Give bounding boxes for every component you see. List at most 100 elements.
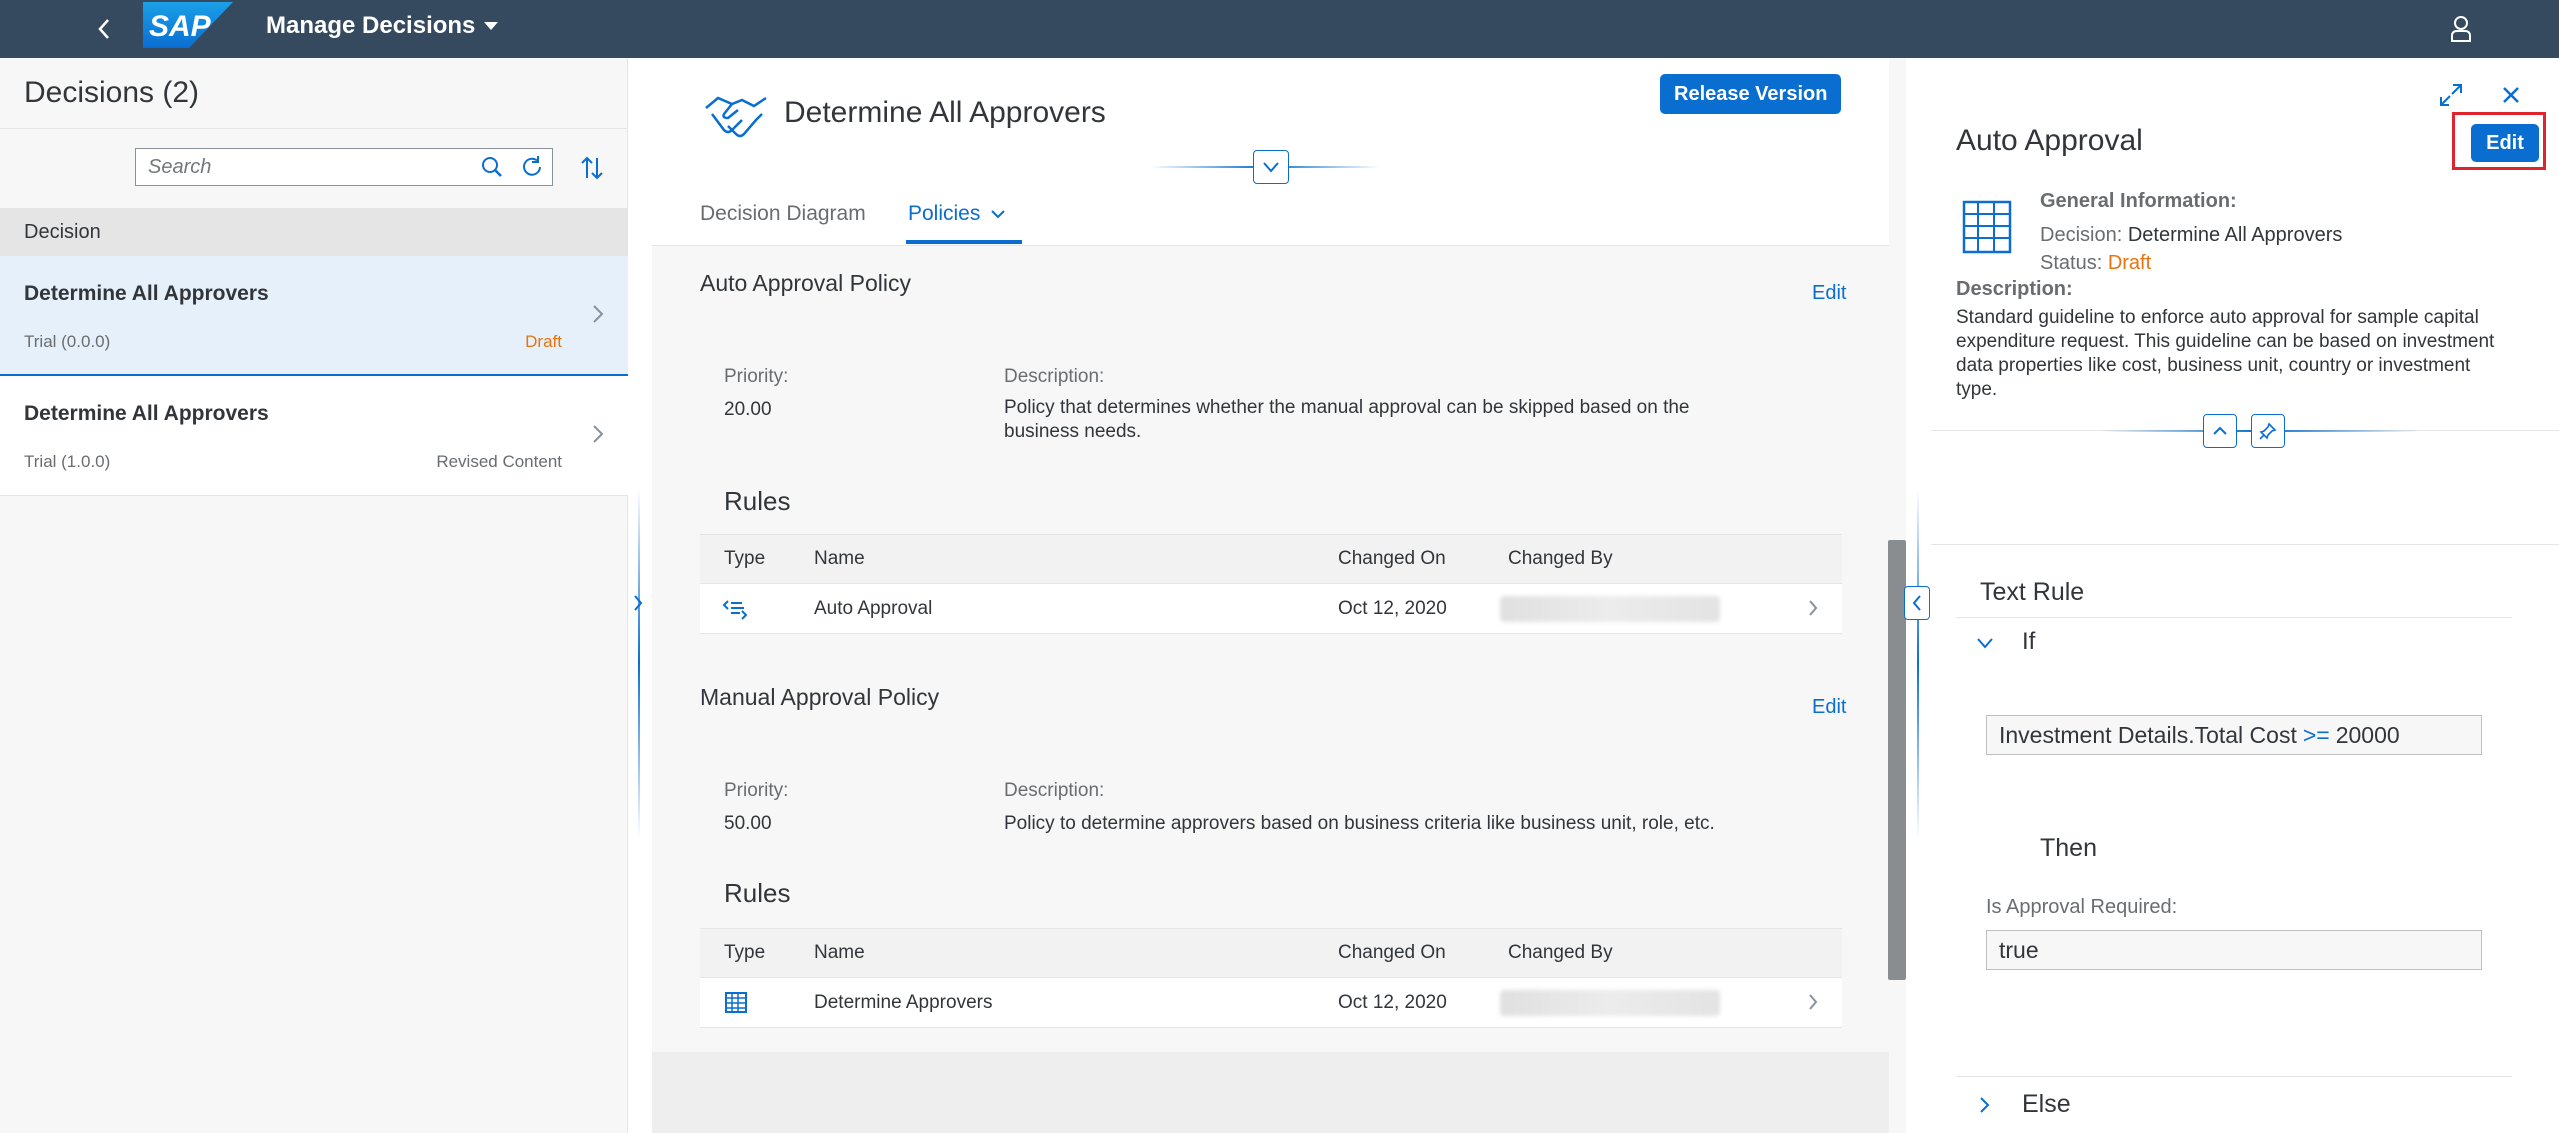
condition-right: 20000 — [2335, 721, 2400, 748]
priority-value: 50.00 — [724, 813, 772, 834]
search-icon[interactable] — [472, 149, 512, 185]
app-title-menu[interactable]: Manage Decisions — [266, 12, 499, 40]
description-line: Policy that determines whether the manua… — [1004, 397, 1690, 418]
user-profile-button[interactable] — [2442, 10, 2480, 48]
col-type: Type — [724, 942, 766, 963]
chevron-down-icon — [1977, 638, 1993, 649]
user-icon — [2451, 16, 2471, 42]
collapse-header-button[interactable] — [2203, 414, 2237, 448]
decision-value: Determine All Approvers — [2127, 224, 2343, 246]
chevron-right-icon — [593, 305, 604, 323]
if-label: If — [2022, 628, 2036, 655]
fullscreen-icon — [2440, 84, 2462, 106]
tab-indicator — [906, 240, 1022, 244]
app-title: Manage Decisions — [266, 12, 476, 39]
chevron-left-icon — [1912, 595, 1921, 611]
svg-text:SAP: SAP — [149, 10, 212, 43]
tab-policies[interactable]: Policies — [908, 202, 1006, 226]
description-line: business needs. — [1004, 421, 1142, 442]
pin-icon — [2259, 422, 2277, 440]
chevron-right-icon — [634, 595, 643, 611]
description-line: Policy to determine approvers based on b… — [1004, 813, 1715, 834]
divider — [1956, 617, 2512, 618]
table-row[interactable]: Determine Approvers Oct 12, 2020 — [700, 978, 1842, 1028]
decision-info: Decision: Determine All Approvers — [2040, 224, 2342, 247]
changed-by-redacted — [1500, 990, 1720, 1016]
close-icon — [2503, 87, 2519, 103]
col-type: Type — [724, 548, 766, 569]
decision-table-icon — [725, 992, 747, 1013]
text-rule-icon — [722, 600, 748, 620]
edit-policy-link[interactable]: Edit — [1812, 282, 1846, 305]
changed-on: Oct 12, 2020 — [1338, 992, 1447, 1013]
handshake-icon — [705, 96, 767, 138]
pin-header-button[interactable] — [2251, 414, 2285, 448]
item-title: Determine All Approvers — [24, 402, 269, 425]
divider — [1956, 1076, 2512, 1077]
col-changed-on: Changed On — [1338, 942, 1446, 963]
chevron-right-icon — [1980, 1097, 1990, 1113]
chevron-right-icon — [593, 425, 604, 443]
changed-on: Oct 12, 2020 — [1338, 598, 1447, 619]
release-version-button[interactable]: Release Version — [1660, 74, 1842, 114]
sort-button[interactable] — [572, 150, 612, 186]
rules-title: Rules — [724, 486, 791, 516]
item-version: Trial (1.0.0) — [24, 452, 111, 471]
col-changed-by: Changed By — [1508, 548, 1613, 569]
condition-operator: >= — [2302, 721, 2330, 748]
collapse-header-button[interactable] — [1253, 150, 1289, 184]
rules-table-header: Type Name Changed On Changed By — [700, 534, 1842, 584]
sort-icon — [581, 156, 603, 180]
decision-title: Determine All Approvers — [784, 96, 1106, 129]
col-changed-by: Changed By — [1508, 942, 1613, 963]
priority-label: Priority: — [724, 780, 789, 801]
expand-right-button[interactable] — [1904, 586, 1930, 620]
item-status: Draft — [525, 332, 562, 351]
column-header: Decision — [0, 208, 628, 256]
edit-rule-button[interactable]: Edit — [2471, 124, 2539, 162]
edit-policy-link[interactable]: Edit — [1812, 696, 1846, 719]
back-arrow-icon — [98, 19, 109, 39]
col-changed-on: Changed On — [1338, 548, 1446, 569]
status-value: Draft — [2107, 252, 2152, 274]
priority-label: Priority: — [724, 366, 789, 387]
rule-name: Determine Approvers — [814, 992, 993, 1013]
chevron-down-icon — [1263, 162, 1279, 173]
result-value: true — [1986, 930, 2482, 970]
description-label: Description: — [1004, 780, 1105, 801]
priority-value: 20.00 — [724, 399, 772, 420]
policy-title: Auto Approval Policy — [700, 270, 911, 296]
list-item[interactable]: Determine All Approvers Trial (1.0.0) Re… — [0, 376, 628, 496]
changed-by-redacted — [1500, 596, 1720, 622]
chevron-right-icon — [1809, 994, 1818, 1010]
decision-list-panel: Decisions (2) Decision Determine All App… — [0, 58, 628, 1133]
divider — [0, 128, 628, 129]
caret-down-icon — [484, 22, 499, 30]
else-expand-toggle[interactable] — [1970, 1088, 2000, 1122]
col-name: Name — [814, 942, 865, 963]
col-name: Name — [814, 548, 865, 569]
list-title: Decisions (2) — [24, 76, 200, 109]
list-item[interactable]: Determine All Approvers Trial (0.0.0) Dr… — [0, 256, 628, 376]
condition-left: Investment Details.Total Cost — [1999, 721, 2297, 748]
status-info: Status: Draft — [2040, 252, 2151, 275]
tab-label: Policies — [908, 202, 981, 225]
fullscreen-button[interactable] — [2434, 78, 2468, 112]
shell-bar: SAP Manage Decisions — [0, 0, 2559, 58]
tab-decision-diagram[interactable]: Decision Diagram — [700, 202, 866, 226]
table-row[interactable]: Auto Approval Oct 12, 2020 — [700, 584, 1842, 634]
item-title: Determine All Approvers — [24, 282, 269, 305]
rule-description: Standard guideline to enforce auto appro… — [1956, 307, 2495, 400]
item-version: Trial (0.0.0) — [24, 332, 111, 351]
refresh-icon[interactable] — [512, 149, 552, 185]
close-button[interactable] — [2494, 78, 2528, 112]
back-button[interactable] — [86, 11, 122, 47]
description-label: Description: — [1956, 278, 2073, 300]
policy-title: Manual Approval Policy — [700, 684, 940, 710]
decision-label: Decision: — [2040, 224, 2123, 246]
search-field — [135, 148, 553, 186]
search-input[interactable] — [136, 149, 472, 185]
sap-logo[interactable]: SAP — [143, 2, 233, 48]
if-collapse-toggle[interactable] — [1970, 626, 2000, 660]
expand-left-button[interactable] — [628, 586, 648, 620]
